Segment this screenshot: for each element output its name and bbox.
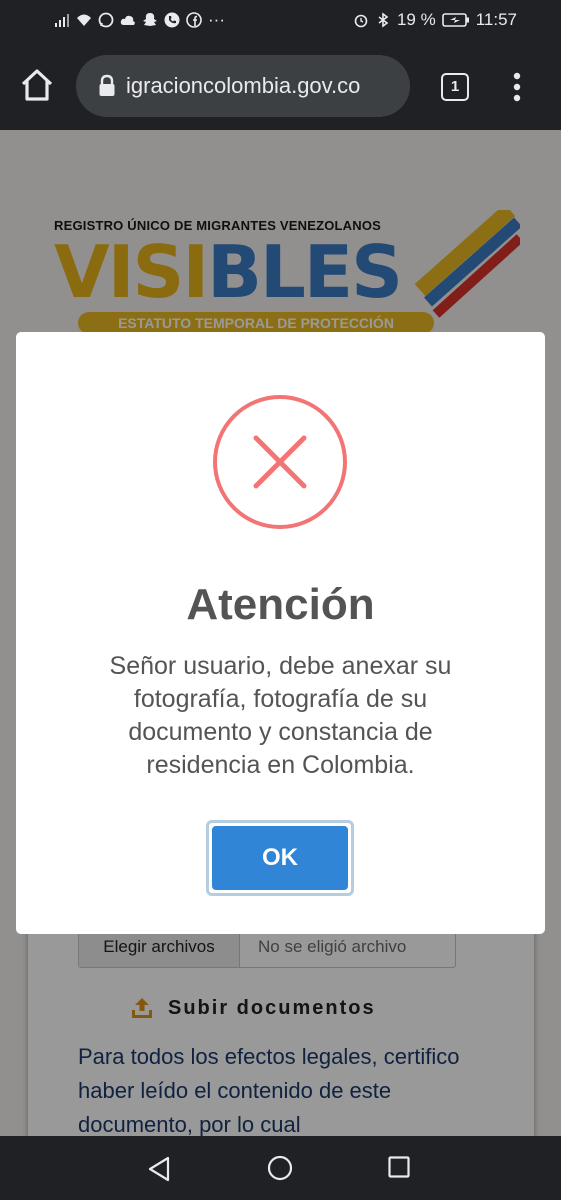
clock: 11:57 — [475, 10, 517, 29]
address-bar[interactable]: igracioncolombia.gov.co — [76, 55, 410, 117]
overflow-menu-icon[interactable] — [505, 70, 529, 104]
whatsapp-icon — [98, 12, 114, 28]
dialog-title: Atención — [186, 580, 375, 629]
battery-icon — [441, 13, 469, 27]
home-nav-icon[interactable] — [267, 1155, 293, 1181]
wifi-icon — [77, 14, 91, 26]
cloud-icon — [120, 15, 135, 25]
system-status: 19 % 11:57 — [353, 10, 517, 30]
dialog-message: Señor usuario, debe anexar su fotografía… — [109, 652, 452, 779]
notification-icons: ··· — [54, 10, 225, 30]
ok-button[interactable]: OK — [212, 826, 348, 890]
alarm-icon — [354, 14, 368, 28]
back-icon[interactable] — [146, 1156, 172, 1182]
facebook-icon — [186, 12, 202, 28]
navigation-bar — [0, 1136, 561, 1200]
ok-button-focus-ring[interactable]: OK — [206, 820, 354, 896]
alert-dialog: Atención Señor usuario, debe anexar su f… — [16, 332, 545, 934]
error-x-icon — [213, 395, 347, 529]
status-bar: ··· 19 % 11:57 — [0, 0, 561, 42]
browser-toolbar: igracioncolombia.gov.co 1 — [0, 42, 561, 130]
home-icon[interactable] — [18, 66, 56, 104]
bluetooth-icon — [378, 12, 389, 28]
url-text: igracioncolombia.gov.co — [126, 73, 361, 98]
recents-icon[interactable] — [388, 1156, 410, 1178]
signal-icon — [55, 14, 69, 27]
battery-percent: 19 % — [396, 10, 436, 29]
lock-icon — [99, 74, 115, 96]
tab-switcher-button[interactable]: 1 — [441, 73, 469, 101]
more-notifications-icon: ··· — [208, 10, 225, 29]
snapchat-icon — [143, 13, 157, 26]
phone-icon — [164, 12, 180, 28]
